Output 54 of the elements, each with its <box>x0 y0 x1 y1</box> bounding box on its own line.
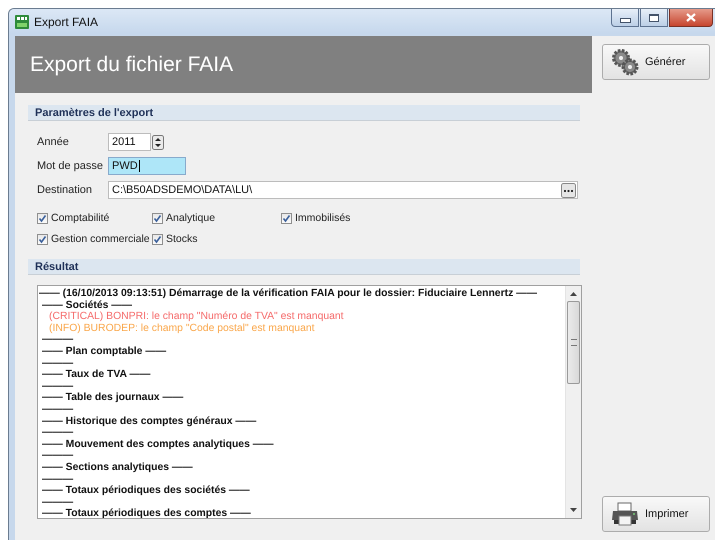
password-field[interactable]: PWD <box>108 157 186 175</box>
log-line: —— (16/10/2013 09:13:51) Démarrage de la vérification FAIA pour le dossier: Fiduciaire Lennertz —— <box>39 288 537 300</box>
checkbox[interactable] <box>37 212 48 224</box>
field-label: Année <box>37 136 70 148</box>
generate-button[interactable]: Générer <box>602 44 710 80</box>
checkbox-label: Stocks <box>166 233 198 245</box>
window-title: Export FAIA <box>34 14 98 28</box>
checkbox-label: Comptabilité <box>51 212 110 224</box>
checkbox[interactable] <box>37 234 48 244</box>
log-line: —— Taux de TVA —— <box>42 369 150 381</box>
checkbox[interactable] <box>281 212 292 224</box>
log-line: ——— <box>42 358 74 370</box>
log-line: —— Sociétés —— <box>42 300 132 312</box>
log-line: —— Historique des comptes généraux —— <box>42 416 256 428</box>
log-line: ——— <box>42 404 74 416</box>
scroll-up-icon[interactable] <box>570 292 577 296</box>
log-line: —— Plan comptable —— <box>42 346 166 358</box>
field-label: Mot de passe <box>37 160 104 172</box>
close-icon <box>686 13 696 22</box>
log-line: —— Table des journaux —— <box>42 392 184 404</box>
scroll-down-icon[interactable] <box>570 508 577 512</box>
log-line: —— Sections analytiques —— <box>42 462 193 474</box>
section-header: Paramètres de l'export <box>28 105 580 121</box>
log-line: ——— <box>42 474 74 486</box>
log-line: (INFO) BURODEP: le champ "Code postal" est manquant <box>49 322 315 334</box>
close-button[interactable] <box>669 9 713 27</box>
checkbox-label: Immobilisés <box>295 212 350 224</box>
log-line: ——— <box>42 496 74 508</box>
log-line: (CRITICAL) BONPRI: le champ "Numéro de TVA" est manquant <box>49 311 344 323</box>
checkbox-label: Analytique <box>166 212 216 224</box>
spinner-arrows-icon[interactable] <box>152 134 164 150</box>
scroll-thumb[interactable] <box>567 301 580 384</box>
scrollbar[interactable] <box>565 286 581 518</box>
section-header: Résultat <box>28 259 580 275</box>
log-line: —— Mouvement des comptes analytiques —— <box>42 438 274 450</box>
printer-icon <box>611 502 639 526</box>
checkbox[interactable] <box>152 212 163 224</box>
header-title: Export du fichier FAIA <box>30 52 234 76</box>
log-line: ——— <box>42 334 74 346</box>
log-line: ——— <box>42 380 74 392</box>
year-field[interactable]: 2011 <box>108 133 151 151</box>
app-icon <box>15 14 29 28</box>
log-line: —— Totaux périodiques des sociétés —— <box>42 485 250 497</box>
browse-icon[interactable] <box>561 182 576 198</box>
print-button[interactable]: Imprimer <box>602 496 710 532</box>
log-line: ——— <box>42 450 74 462</box>
minimize-button[interactable] <box>611 9 639 27</box>
gears-icon <box>611 48 639 76</box>
destination-field[interactable]: C:\B50ADSDEMO\DATA\LU\ <box>108 181 578 199</box>
checkbox-label: Gestion commerciale <box>51 233 150 245</box>
field-label: Destination <box>37 184 94 196</box>
log-line: ——— <box>42 427 74 439</box>
checkbox[interactable] <box>152 234 163 244</box>
maximize-button[interactable] <box>640 9 668 27</box>
